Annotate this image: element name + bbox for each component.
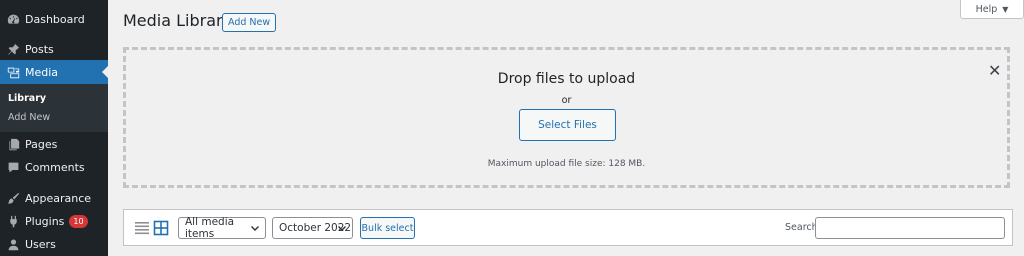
sidebar-item-appearance[interactable]: Appearance	[0, 186, 108, 210]
sidebar-item-posts[interactable]: Posts	[0, 37, 108, 61]
sidebar-item-users[interactable]: Users	[0, 232, 108, 256]
sidebar-item-plugins[interactable]: Plugins 10	[0, 209, 108, 233]
sidebar-item-media[interactable]: Media	[0, 60, 108, 84]
chevron-down-icon	[338, 226, 346, 231]
select-files-button[interactable]: Select Files	[519, 109, 616, 141]
add-new-button[interactable]: Add New	[222, 13, 277, 32]
admin-sidebar: Dashboard Posts Media Library Add New Pa…	[0, 0, 108, 256]
user-icon	[5, 236, 21, 252]
sidebar-item-label: Appearance	[25, 191, 92, 205]
page-title: Media Library	[123, 11, 233, 30]
upload-dropzone[interactable]: ✕ Drop files to upload or Select Files M…	[123, 47, 1010, 188]
media-submenu: Library Add New	[0, 84, 108, 132]
dashboard-icon	[5, 11, 21, 27]
sidebar-item-label: Plugins	[25, 214, 65, 228]
submenu-item-library[interactable]: Library	[8, 93, 46, 104]
search-input[interactable]	[815, 217, 1005, 239]
sidebar-item-label: Comments	[25, 160, 85, 174]
pin-icon	[5, 41, 21, 57]
chevron-down-icon	[251, 226, 259, 231]
help-label: Help	[975, 3, 998, 15]
sidebar-item-label: Users	[25, 237, 56, 251]
brush-icon	[5, 190, 21, 206]
plug-icon	[5, 213, 21, 229]
media-type-filter-select[interactable]: All media items	[178, 216, 266, 240]
sidebar-item-label: Dashboard	[25, 12, 85, 26]
drop-files-heading: Drop files to upload	[497, 71, 636, 87]
sidebar-item-label: Pages	[25, 137, 58, 151]
max-upload-size-text: Maximum upload file size: 128 MB.	[487, 159, 646, 169]
sidebar-item-pages[interactable]: Pages	[0, 132, 108, 156]
list-view-icon[interactable]	[134, 220, 150, 236]
comment-icon	[5, 159, 21, 175]
or-text: or	[561, 95, 572, 106]
media-toolbar: All media items October 2022 Bulk select…	[123, 209, 1013, 246]
pages-icon	[5, 136, 21, 152]
help-button[interactable]: Help ▼	[960, 0, 1024, 19]
grid-view-icon[interactable]	[153, 220, 169, 236]
sidebar-item-comments[interactable]: Comments	[0, 155, 108, 179]
bulk-select-button[interactable]: Bulk select	[360, 217, 415, 239]
submenu-item-add-new[interactable]: Add New	[8, 112, 50, 123]
plugins-update-badge: 10	[69, 214, 88, 228]
sidebar-item-label: Posts	[25, 42, 54, 56]
caret-down-icon: ▼	[1002, 4, 1009, 14]
sidebar-item-dashboard[interactable]: Dashboard	[0, 7, 108, 31]
search-label: Search	[785, 222, 818, 233]
sidebar-item-label: Media	[25, 65, 59, 79]
date-filter-select[interactable]: October 2022	[272, 217, 353, 239]
media-icon	[5, 64, 21, 80]
